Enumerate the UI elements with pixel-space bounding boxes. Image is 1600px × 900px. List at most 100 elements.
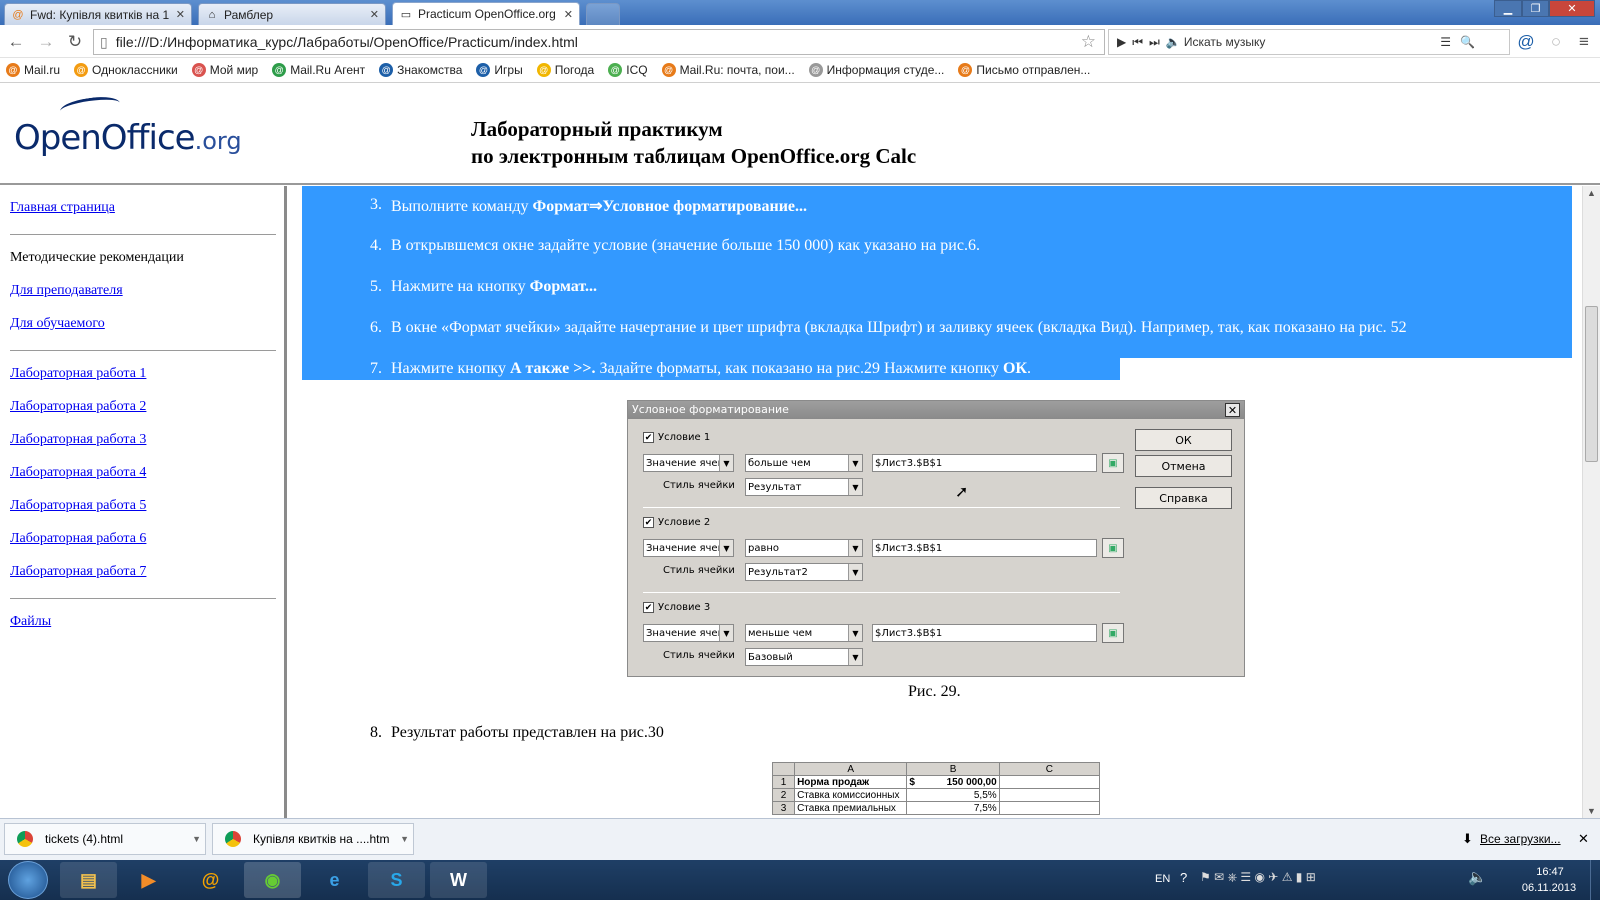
sidebar-link-teacher[interactable]: Для преподавателя: [10, 283, 123, 299]
tab-practicum[interactable]: ▭ Practicum OpenOffice.org ✕: [392, 2, 580, 25]
sidebar-link-lab-1[interactable]: Лабораторная работа 1: [10, 366, 146, 382]
sidebar-nav: Главная страница Методические рекомендац…: [0, 186, 287, 818]
download-filename: Купівля квитків на ....htm: [253, 832, 390, 846]
bookmark-item[interactable]: @ Информация студе...: [808, 63, 944, 77]
download-item[interactable]: Купівля квитків на ....htm ▼: [212, 823, 414, 855]
show-desktop-button[interactable]: [1590, 860, 1600, 900]
clock-time[interactable]: 16:47: [1520, 866, 1580, 878]
bookmark-item[interactable]: @ Мой мир: [191, 63, 258, 77]
media-player-icon[interactable]: ▶: [120, 862, 177, 898]
tray-icons[interactable]: ⚑ ✉ ⎈ ☰ ◉ ✈ ⚠ ▮ ⊞: [1200, 870, 1316, 885]
tab-rambler[interactable]: ⌂ Рамблер ✕: [198, 3, 386, 25]
tab-title: Рамблер: [224, 7, 274, 22]
close-icon[interactable]: ✕: [176, 8, 185, 21]
bookmark-item[interactable]: @ Mail.Ru: почта, пои...: [661, 63, 795, 77]
extension-icon[interactable]: ○: [1546, 32, 1566, 52]
bookmark-label: ICQ: [626, 63, 648, 77]
close-window-button[interactable]: ✕: [1549, 0, 1595, 17]
bookmark-item[interactable]: @ Одноклассники: [74, 63, 178, 77]
chrome-file-icon: [17, 831, 33, 847]
close-icon[interactable]: ✕: [1578, 831, 1589, 847]
tab-mail[interactable]: @ Fwd: Купівля квитків на 1 ✕: [4, 3, 192, 25]
condition-operator-select: меньше чем ▼: [745, 624, 863, 642]
forward-icon[interactable]: →: [36, 32, 56, 52]
play-icon[interactable]: ▶: [1117, 35, 1126, 49]
chrome-file-icon: [225, 831, 241, 847]
bookmark-item[interactable]: @ Знакомства: [379, 63, 462, 77]
bookmark-item[interactable]: @ Игры: [476, 63, 523, 77]
new-tab-button[interactable]: [586, 3, 620, 25]
bookmark-label: Погода: [554, 63, 595, 77]
back-icon[interactable]: ←: [6, 32, 26, 52]
sidebar-link-home[interactable]: Главная страница: [10, 200, 115, 216]
settings-menu-icon[interactable]: ≡: [1574, 32, 1594, 52]
sidebar-link-lab-5[interactable]: Лабораторная работа 5: [10, 498, 146, 514]
sidebar-link-lab-4[interactable]: Лабораторная работа 4: [10, 465, 146, 481]
word-icon[interactable]: W: [430, 862, 487, 898]
sidebar-link-lab-2[interactable]: Лабораторная работа 2: [10, 399, 146, 415]
minimize-button[interactable]: ▁: [1494, 0, 1522, 17]
sidebar-link-student[interactable]: Для обучаемого: [10, 316, 105, 332]
skype-icon[interactable]: S: [368, 862, 425, 898]
bookmark-item[interactable]: @ Mail.Ru Агент: [272, 63, 365, 77]
bookmark-label: Mail.ru: [24, 63, 61, 77]
music-search[interactable]: ▶ ⏮ ⏭ 🔈 Искать музыку ☰ 🔍: [1108, 29, 1510, 55]
scroll-up-icon[interactable]: ▲: [1587, 188, 1596, 198]
ie-icon[interactable]: e: [306, 862, 363, 898]
mail-agent-taskbar-icon[interactable]: @: [182, 862, 239, 898]
music-search-input[interactable]: Искать музыку: [1184, 35, 1266, 49]
close-icon[interactable]: ✕: [564, 8, 573, 21]
cell: [998, 788, 1101, 802]
maximize-button[interactable]: ❐: [1522, 0, 1549, 17]
bookmark-item[interactable]: @ Письмо отправлен...: [958, 63, 1090, 77]
bookmark-icon: @: [6, 63, 20, 77]
close-icon[interactable]: ✕: [370, 8, 379, 21]
volume-icon[interactable]: 🔈: [1468, 868, 1487, 886]
help-icon[interactable]: ?: [1180, 870, 1187, 885]
language-indicator[interactable]: EN: [1155, 873, 1170, 885]
vertical-scrollbar[interactable]: ▲ ▼: [1582, 186, 1600, 818]
chrome-taskbar-icon[interactable]: ◉: [244, 862, 301, 898]
bookmark-item[interactable]: @ Mail.ru: [6, 63, 60, 77]
figure-caption: Рис. 29.: [908, 683, 961, 700]
scroll-thumb[interactable]: [1585, 306, 1598, 462]
cell-style-select: Результат2 ▼: [745, 563, 863, 581]
menu-icon[interactable]: ☰: [1440, 35, 1451, 49]
bookmark-item[interactable]: @ ICQ: [608, 63, 648, 77]
condition-type-select: Значение ячей ▼: [643, 539, 734, 557]
download-filename: tickets (4).html: [45, 832, 124, 846]
sidebar-link-lab-6[interactable]: Лабораторная работа 6: [10, 531, 146, 547]
search-icon[interactable]: 🔍: [1460, 35, 1475, 49]
page-title: Лабораторный практикум по электронным та…: [471, 117, 917, 168]
all-downloads-link[interactable]: Все загрузки...: [1480, 832, 1561, 846]
condition-type-select: Значение ячей ▼: [643, 454, 734, 472]
mail-agent-icon[interactable]: @: [1516, 32, 1536, 52]
star-icon[interactable]: ☆: [1081, 32, 1096, 52]
sidebar-link-lab-7[interactable]: Лабораторная работа 7: [10, 564, 146, 580]
sidebar-heading: Методические рекомендации: [10, 250, 184, 265]
download-item[interactable]: tickets (4).html ▼: [4, 823, 206, 855]
start-button-icon[interactable]: [8, 861, 48, 899]
row-header: 3: [771, 801, 796, 815]
bookmark-item[interactable]: @ Погода: [536, 63, 595, 77]
address-bar[interactable]: ▯ file:///D:/Информатика_курс/Лабработы/…: [93, 29, 1105, 55]
clock-date[interactable]: 06.11.2013: [1514, 882, 1584, 894]
condition-value-field: $Лист3.$B$1: [872, 454, 1097, 472]
bookmark-label: Одноклассники: [92, 63, 178, 77]
cell: $150 000,00: [906, 775, 1000, 789]
chevron-down-icon: ▼: [848, 479, 862, 495]
next-icon[interactable]: ⏭: [1149, 35, 1160, 50]
scroll-down-icon[interactable]: ▼: [1587, 806, 1596, 816]
prev-icon[interactable]: ⏮: [1132, 35, 1143, 50]
conditional-format-dialog-image: Условное форматирование ✕ ✔ Условие 1 Зн…: [627, 400, 1245, 677]
sidebar-link-files[interactable]: Файлы: [10, 614, 51, 630]
column-header: C: [998, 762, 1101, 776]
chevron-down-icon[interactable]: ▼: [400, 834, 409, 844]
chevron-down-icon[interactable]: ▼: [192, 834, 201, 844]
bookmarks-bar: @ Mail.ru @ Одноклассники @ Мой мир @ Mail.Ru А…: [0, 58, 1600, 83]
bookmark-icon: @: [608, 63, 623, 77]
close-icon: ✕: [1225, 403, 1240, 417]
explorer-icon[interactable]: ▤: [60, 862, 117, 898]
reload-icon[interactable]: ↻: [65, 32, 85, 52]
sidebar-link-lab-3[interactable]: Лабораторная работа 3: [10, 432, 146, 448]
